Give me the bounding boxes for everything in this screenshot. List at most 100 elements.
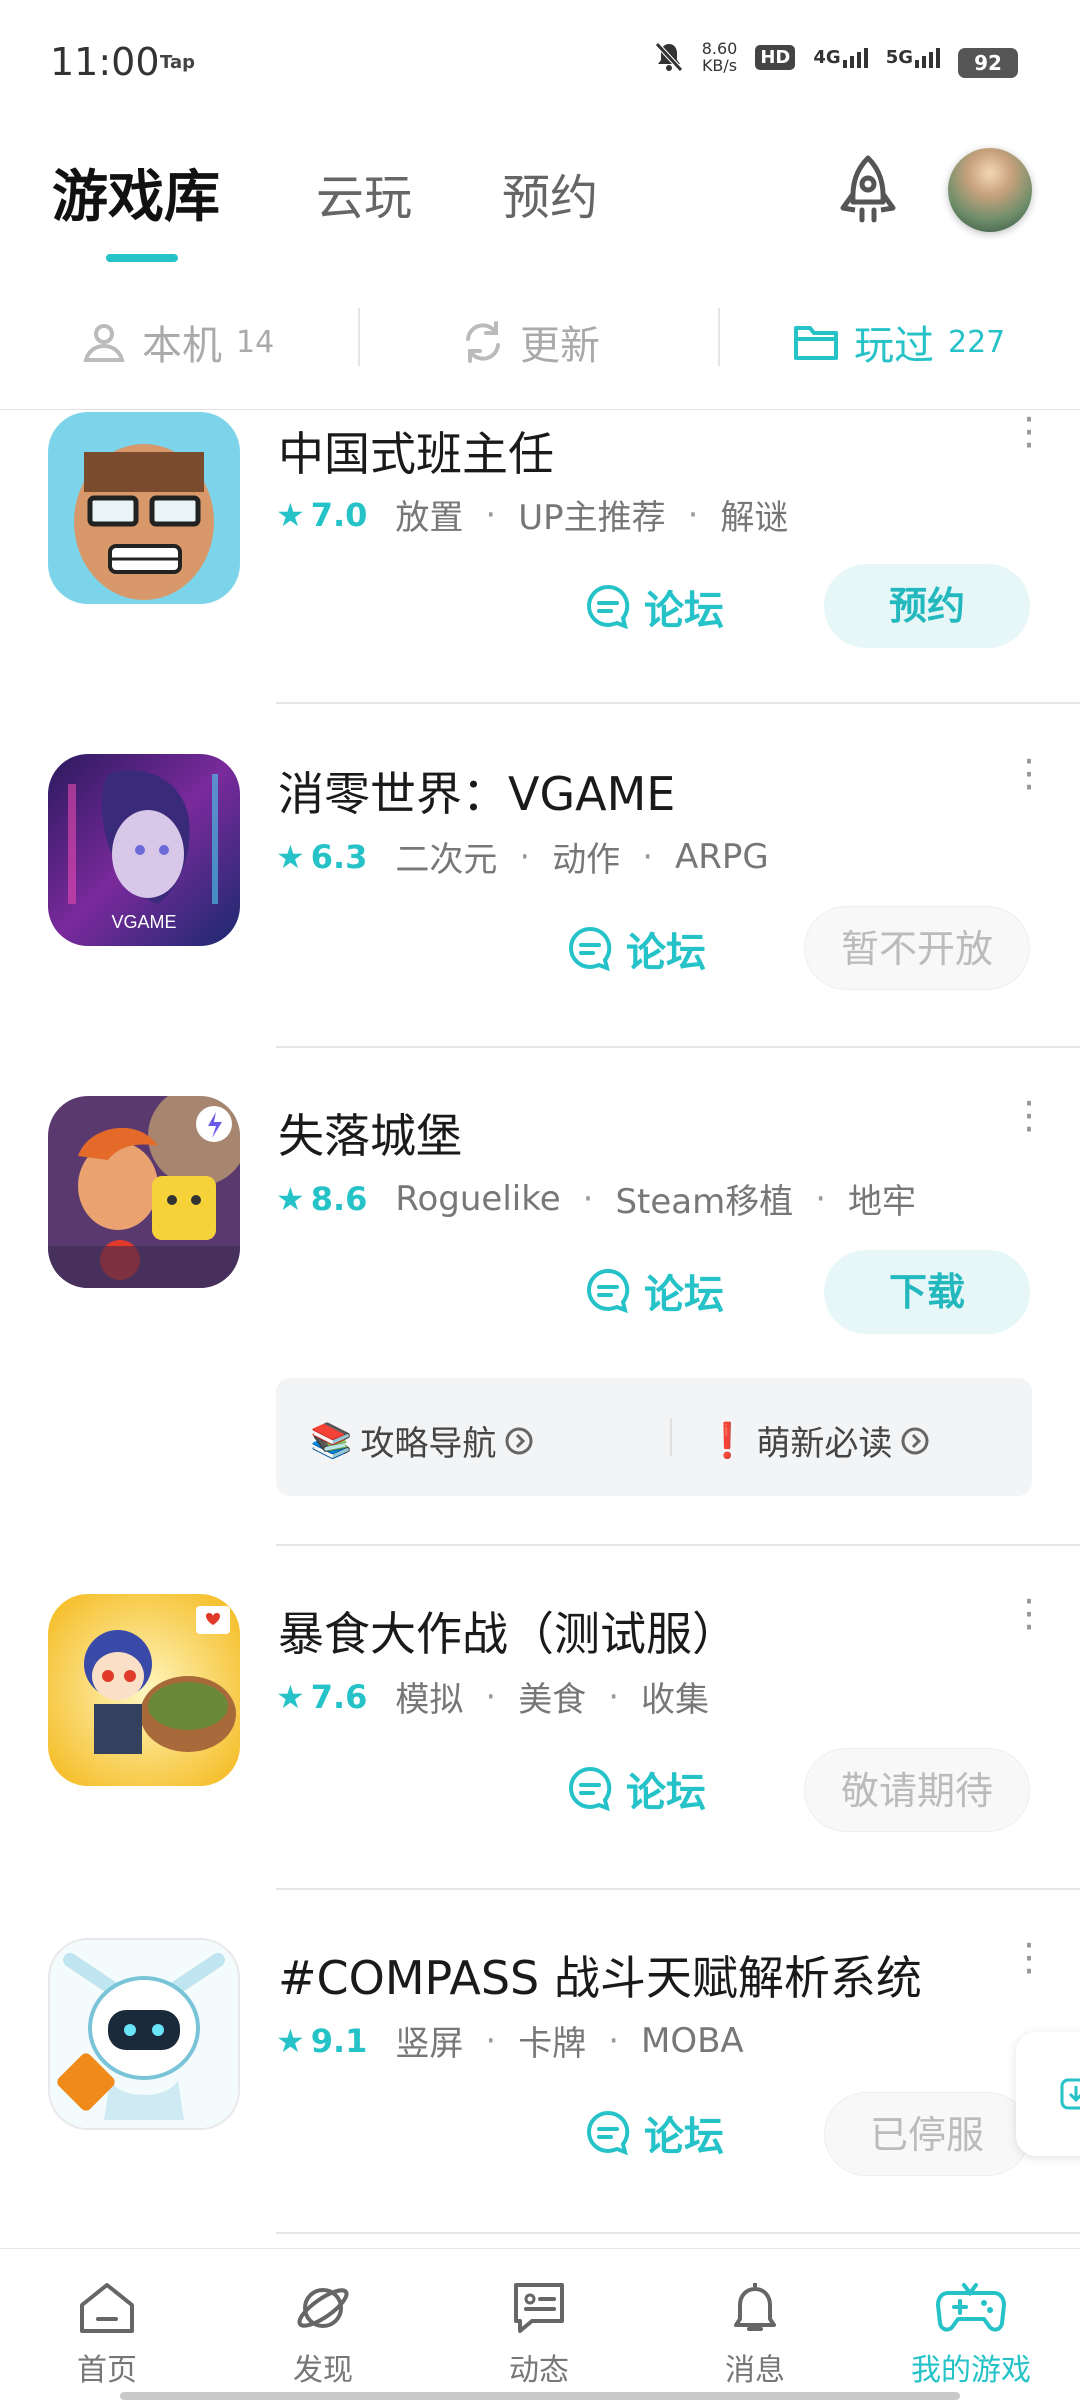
bottom-nav: 首页 发现 动态 消息 我的游戏 <box>0 2248 1080 2408</box>
game-meta: ★ 6.3 二次元 · 动作 · ARPG <box>276 832 769 881</box>
forum-icon <box>587 584 630 630</box>
bell-muted-icon <box>654 42 683 72</box>
coming-soon-button[interactable]: 敬请期待 <box>804 1748 1030 1832</box>
not-open-button[interactable]: 暂不开放 <box>804 906 1030 990</box>
game-meta: ★ 7.0 放置 · UP主推荐 · 解谜 <box>276 490 788 539</box>
game-meta: ★ 8.6 Roguelike · Steam移植 · 地牢 <box>276 1174 916 1223</box>
forum-button[interactable]: 论坛 <box>566 1760 706 1818</box>
signal-sim2: 5G <box>886 46 940 68</box>
tab-game-library[interactable]: 游戏库 <box>52 152 220 233</box>
star-icon: ★ <box>276 1677 305 1716</box>
more-options-icon[interactable]: ⋮ <box>1010 754 1048 792</box>
game-rating: 7.6 <box>310 1677 368 1716</box>
game-meta: ★ 9.1 竖屏 · 卡牌 · MOBA <box>276 2016 744 2065</box>
game-icon[interactable] <box>48 1938 240 2130</box>
guide-link[interactable]: 📚 攻略导航 <box>310 1416 534 1465</box>
status-icons: 8.60 KB/s HD 4G 5G <box>654 40 940 74</box>
game-title[interactable]: #COMPASS 战斗天赋解析系统 <box>278 1942 922 2008</box>
game-tag: 动作 <box>552 840 621 880</box>
home-icon <box>80 2283 134 2333</box>
game-tag: 卡牌 <box>518 2024 587 2064</box>
forum-button[interactable]: 论坛 <box>566 920 706 978</box>
forum-button[interactable]: 论坛 <box>584 1262 724 1320</box>
game-tag: 放置 <box>395 498 464 538</box>
download-button[interactable]: 下载 <box>824 1250 1030 1334</box>
nav-messages[interactable]: 消息 <box>680 2279 830 2389</box>
game-rating: 9.1 <box>310 2021 368 2060</box>
signal-sim1: 4G <box>813 46 868 68</box>
divider <box>670 1418 672 1456</box>
home-indicator <box>120 2392 960 2400</box>
floating-download-button[interactable] <box>1016 2032 1080 2156</box>
game-rating: 8.6 <box>310 1179 368 1218</box>
nav-my-games[interactable]: 我的游戏 <box>896 2279 1046 2389</box>
rocket-icon[interactable] <box>826 150 910 234</box>
filter-bar: 本机 14 更新 玩过 227 <box>0 290 1080 410</box>
forum-button[interactable]: 论坛 <box>584 578 724 636</box>
nav-activity[interactable]: 动态 <box>464 2279 614 2389</box>
signal-bars-icon <box>915 46 940 68</box>
more-options-icon[interactable]: ⋮ <box>1010 412 1048 450</box>
active-tab-indicator <box>106 254 178 262</box>
divider <box>276 1046 1080 1048</box>
nav-home[interactable]: 首页 <box>32 2279 182 2389</box>
filter-local[interactable]: 本机 14 <box>80 312 274 372</box>
exclamation-icon: ❗ <box>706 1420 749 1461</box>
game-icon[interactable] <box>48 1096 240 1288</box>
divider <box>276 2232 1080 2234</box>
game-icon[interactable] <box>48 412 240 604</box>
forum-icon <box>569 1766 612 1812</box>
filter-update[interactable]: 更新 <box>460 312 600 372</box>
top-tabs: 游戏库 云玩 预约 <box>0 130 1080 270</box>
download-icon <box>1060 2078 1080 2110</box>
tab-reservation[interactable]: 预约 <box>502 158 598 228</box>
game-title[interactable]: 中国式班主任 <box>278 418 554 484</box>
forum-button[interactable]: 论坛 <box>584 2104 724 2162</box>
game-tag: 竖屏 <box>395 2024 464 2064</box>
divider <box>276 1888 1080 1890</box>
divider <box>358 308 360 366</box>
game-title[interactable]: 消零世界：VGAME <box>278 758 675 824</box>
game-tag: ARPG <box>675 836 769 877</box>
folder-icon <box>794 326 838 360</box>
more-options-icon[interactable]: ⋮ <box>1010 1096 1048 1134</box>
filter-played[interactable]: 玩过 227 <box>792 312 1005 372</box>
star-icon: ★ <box>276 837 305 876</box>
tab-cloud-play[interactable]: 云玩 <box>316 158 412 228</box>
chevron-right-icon <box>505 1427 533 1454</box>
status-bar: 11:00 Tap 8.60 KB/s HD 4G 5G 92 <box>0 0 1080 120</box>
game-tag: 美食 <box>518 1680 587 1720</box>
more-options-icon[interactable]: ⋮ <box>1010 1594 1048 1632</box>
star-icon: ★ <box>276 1179 305 1218</box>
planet-icon <box>297 2288 349 2328</box>
game-tag: MOBA <box>641 2020 744 2061</box>
game-tag: 二次元 <box>395 840 498 880</box>
books-icon: 📚 <box>310 1420 353 1461</box>
game-tag: Roguelike <box>395 1178 561 1219</box>
service-stopped-button[interactable]: 已停服 <box>824 2092 1030 2176</box>
user-avatar[interactable] <box>948 148 1032 232</box>
svg-text:VGAME: VGAME <box>111 912 176 932</box>
forum-icon <box>569 926 612 972</box>
more-options-icon[interactable]: ⋮ <box>1010 1938 1048 1976</box>
battery-icon: 92 <box>958 48 1018 78</box>
game-title[interactable]: 暴食大作战（测试服） <box>278 1598 738 1664</box>
star-icon: ★ <box>276 2021 305 2060</box>
status-app-tag: Tap <box>160 52 195 73</box>
game-tag: 地牢 <box>848 1182 917 1222</box>
nav-discover[interactable]: 发现 <box>248 2279 398 2389</box>
game-icon[interactable]: VGAME <box>48 754 240 946</box>
game-icon[interactable] <box>48 1594 240 1786</box>
game-meta: ★ 7.6 模拟 · 美食 · 收集 <box>276 1672 709 1721</box>
status-time: 11:00 <box>50 40 160 84</box>
reserve-button[interactable]: 预约 <box>824 564 1030 648</box>
hd-badge: HD <box>755 44 796 70</box>
message-square-icon <box>514 2283 564 2333</box>
star-icon: ★ <box>276 495 305 534</box>
beginner-guide-link[interactable]: ❗ 萌新必读 <box>706 1416 930 1465</box>
game-tag: 收集 <box>641 1680 709 1720</box>
divider <box>276 1544 1080 1546</box>
refresh-icon <box>466 321 500 363</box>
network-speed: 8.60 KB/s <box>701 39 738 75</box>
game-title[interactable]: 失落城堡 <box>278 1100 462 1166</box>
